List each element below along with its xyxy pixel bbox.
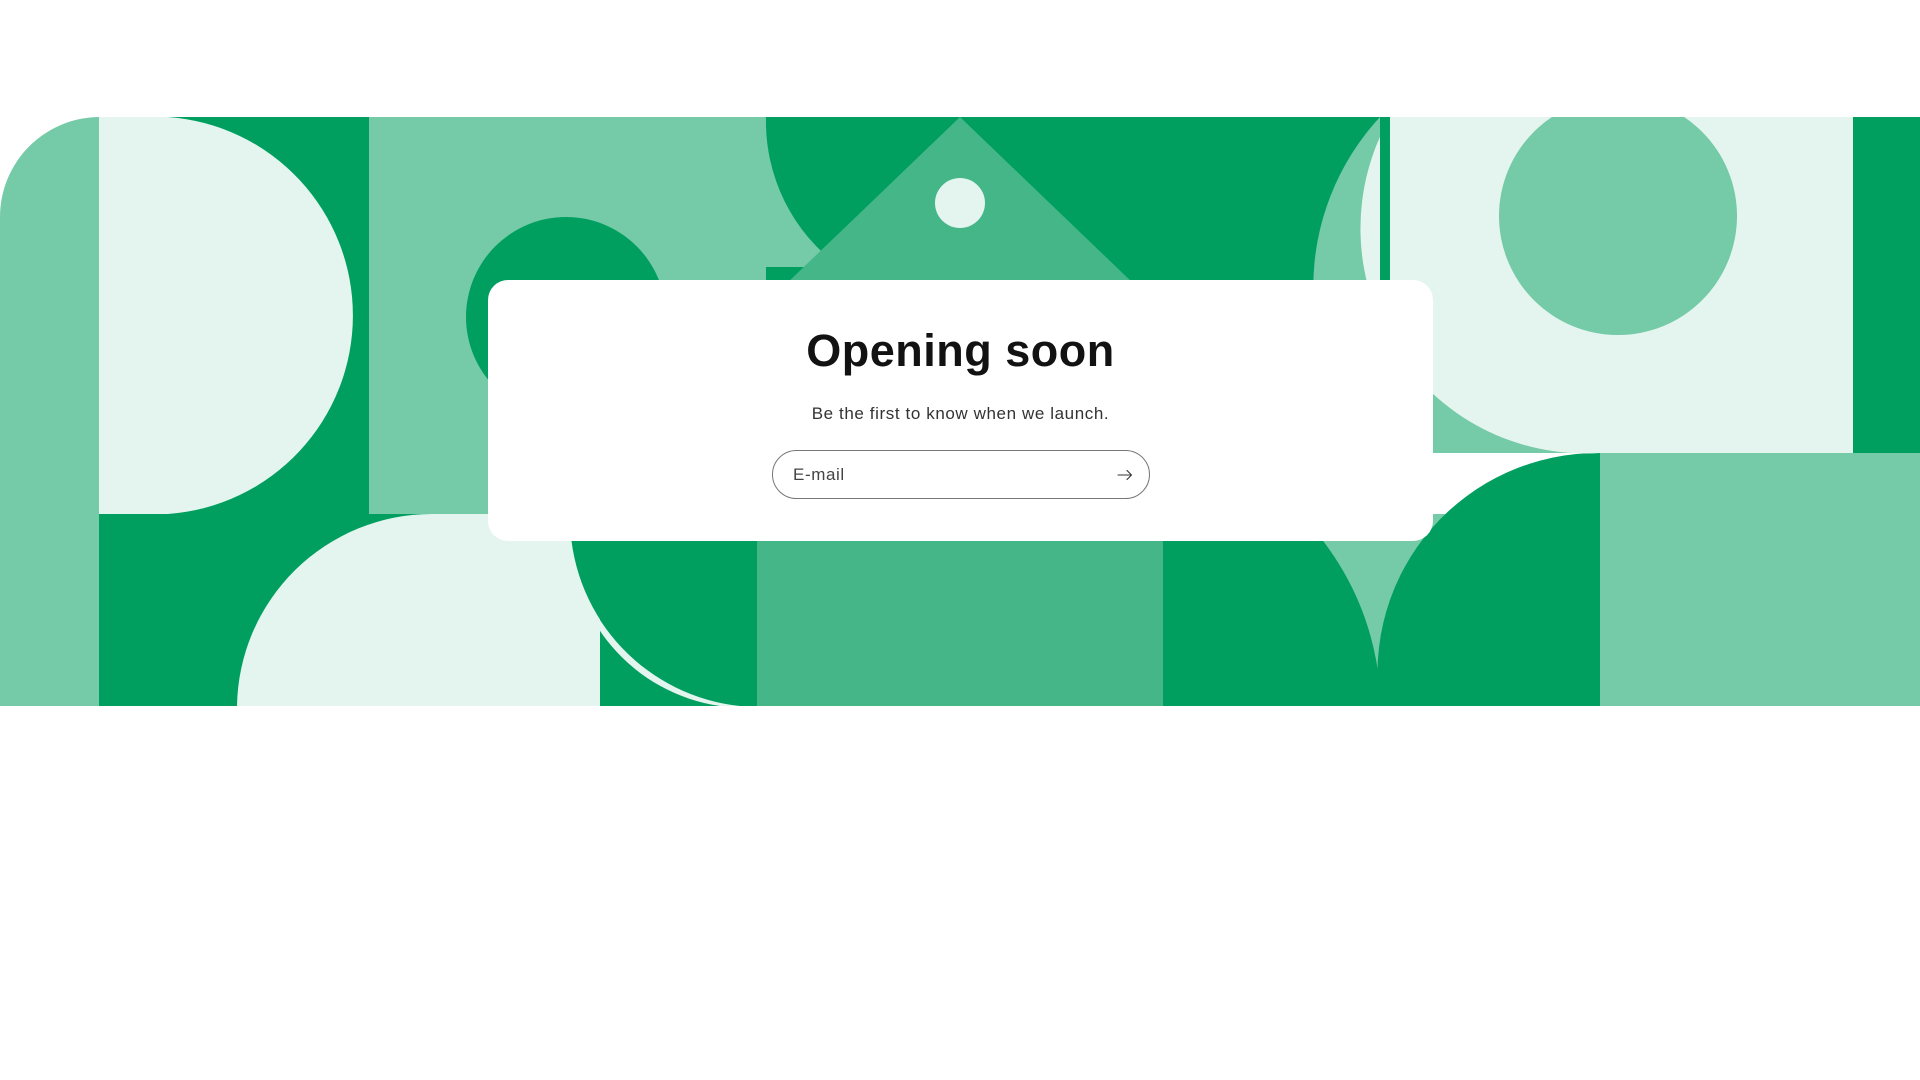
newsletter-form [772, 450, 1150, 499]
page-subtitle: Be the first to know when we launch. [811, 404, 1110, 423]
submit-button[interactable] [1107, 457, 1143, 493]
arrow-right-icon [1117, 469, 1133, 481]
email-input[interactable] [793, 451, 1093, 498]
page: Opening soon Be the first to know when w… [0, 0, 1920, 1080]
page-title: Opening soon [806, 325, 1115, 376]
newsletter-card: Opening soon Be the first to know when w… [488, 280, 1433, 541]
